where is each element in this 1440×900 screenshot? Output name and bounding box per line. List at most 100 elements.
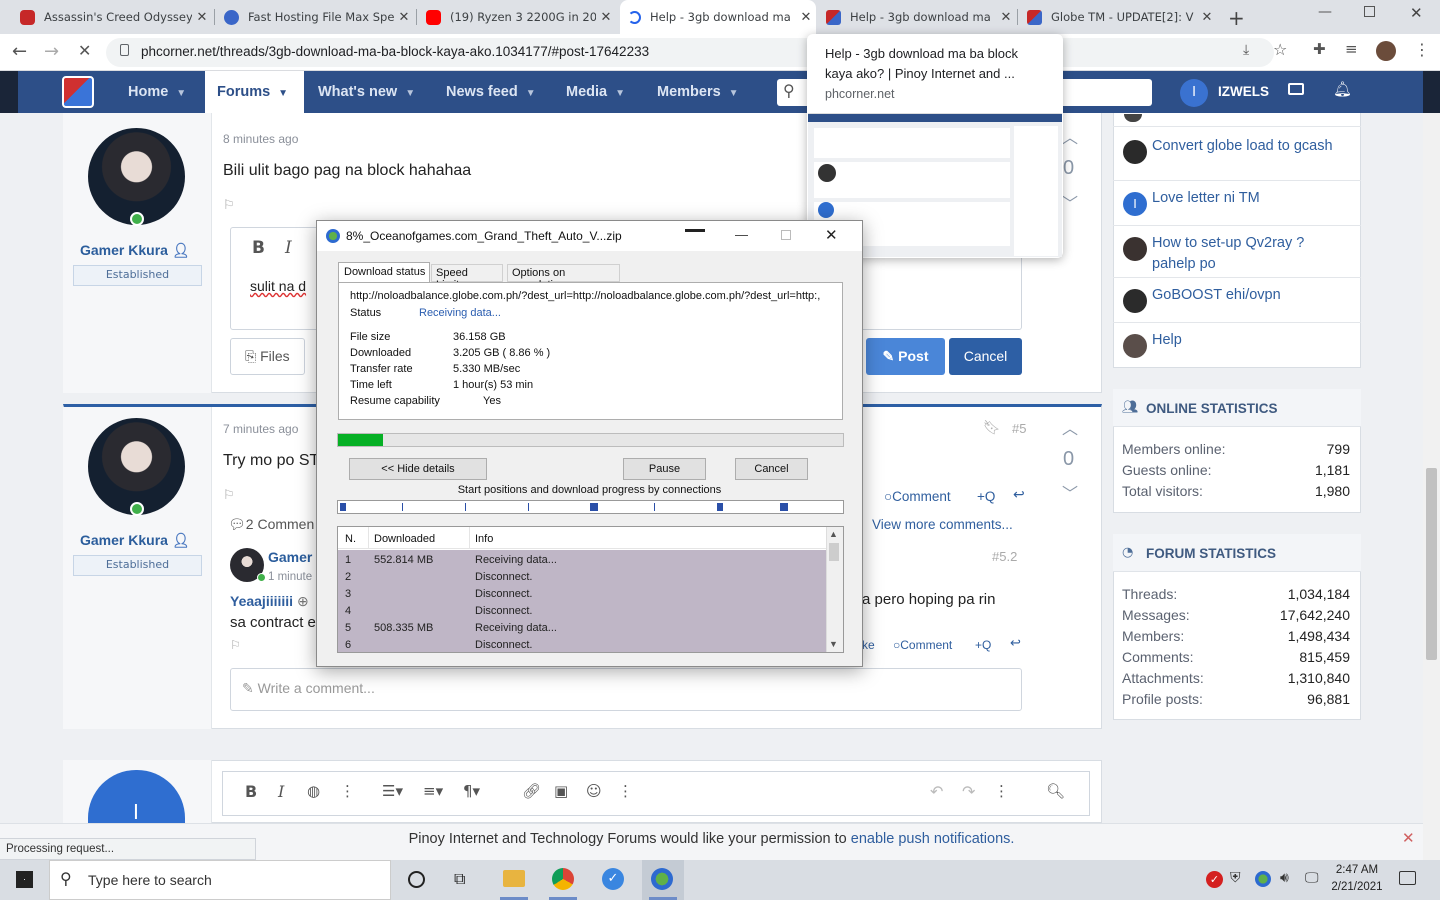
menu-icon[interactable]: ⋮ <box>1414 40 1430 59</box>
idm-tray-icon[interactable] <box>1255 871 1271 887</box>
flag-icon[interactable]: ⚐ <box>223 198 235 213</box>
paragraph-icon[interactable]: ¶▾ <box>463 782 480 800</box>
close-icon[interactable]: ✕ <box>996 10 1016 25</box>
bold-icon[interactable]: B <box>252 238 265 258</box>
comments-toggle[interactable]: 💬︎2 Commen <box>228 516 314 533</box>
back-icon[interactable]: ← <box>12 41 27 62</box>
table-cell-info[interactable]: Receiving data... <box>475 622 557 634</box>
tab-speed-limiter[interactable]: Speed Limiter <box>431 264 503 291</box>
scrollbar-thumb[interactable] <box>1426 468 1437 660</box>
post-time[interactable]: 7 minutes ago <box>223 422 298 436</box>
cancel-button[interactable]: Cancel <box>949 338 1022 375</box>
shield-tray-icon[interactable]: ⛨ <box>1230 870 1241 886</box>
install-icon[interactable]: ⤓ <box>1243 42 1249 58</box>
thread-avatar[interactable] <box>1123 140 1147 164</box>
col-header[interactable]: N. <box>345 533 356 545</box>
more-icon[interactable]: ⋮ <box>994 782 1009 800</box>
taskbar-clock-date[interactable]: 2/21/2021 <box>1325 881 1389 893</box>
like-link[interactable]: ke <box>862 638 875 652</box>
volume-icon[interactable]: 🔊︎ <box>1280 870 1289 886</box>
avatar[interactable] <box>88 128 185 225</box>
nav-whats-new[interactable]: What's new ▼ <box>318 71 415 113</box>
tab-options-on-completion[interactable]: Options on completion <box>507 264 620 291</box>
browser-tab-1[interactable]: Assassin's Creed Odyssey ✕ <box>12 0 212 34</box>
list-icon[interactable]: ☰▾ <box>382 782 403 800</box>
stop-icon[interactable]: ✕ <box>78 41 91 60</box>
search-icon[interactable]: ⚲ <box>783 81 795 100</box>
comment-number[interactable]: #5.2 <box>992 549 1017 564</box>
close-icon[interactable]: ✕ <box>394 10 414 25</box>
flag-icon[interactable]: ⚐ <box>223 488 235 503</box>
palette-icon[interactable]: ◍ <box>307 782 320 800</box>
chrome-icon[interactable] <box>552 868 574 890</box>
latest-thread-link[interactable]: Convert globe load to gcash <box>1152 136 1342 157</box>
latest-thread-link[interactable]: How to set-up Qv2ray ? pahelp po <box>1152 233 1342 275</box>
col-header[interactable]: Info <box>475 533 493 545</box>
quote-link[interactable]: +Q <box>977 489 995 504</box>
mention-link[interactable]: Yeaajiiiiiii ⊕ <box>230 593 309 610</box>
user-name[interactable]: IZWELS <box>1218 71 1269 113</box>
pause-button[interactable]: Pause <box>623 458 706 480</box>
post-button[interactable]: ✎ Post <box>866 338 945 375</box>
flag-icon[interactable]: ⚐ <box>230 638 241 652</box>
minimize-button[interactable]: — <box>735 227 748 242</box>
view-more-comments[interactable]: View more comments... <box>872 517 1013 532</box>
bookmark-icon[interactable]: 🔖︎ <box>983 420 1001 436</box>
table-cell-info[interactable]: Disconnect. <box>475 639 532 651</box>
post-number[interactable]: #5 <box>1012 421 1026 436</box>
windows-start-icon[interactable] <box>16 871 33 888</box>
table-cell-downloaded[interactable]: 508.335 MB <box>374 622 433 634</box>
link-icon[interactable]: 🔗︎ <box>522 782 541 800</box>
table-cell-n[interactable]: 1 <box>345 554 351 566</box>
comment-link[interactable]: ○Comment <box>884 489 951 504</box>
close-icon[interactable]: ✕ <box>192 10 212 25</box>
smiley-icon[interactable]: ☺ <box>586 782 602 800</box>
browser-tab-4-active[interactable]: Help - 3gb download ma ✕ <box>620 0 816 34</box>
reply-icon[interactable]: ↩ <box>1010 636 1021 651</box>
site-logo[interactable] <box>62 76 94 108</box>
new-tab-button[interactable]: + <box>1228 6 1245 30</box>
minimize-button[interactable]: — <box>1318 4 1332 20</box>
table-cell-n[interactable]: 5 <box>345 622 351 634</box>
thread-avatar[interactable] <box>1123 237 1147 261</box>
undo-icon[interactable]: ↶ <box>930 782 943 801</box>
italic-icon[interactable]: I <box>285 238 292 258</box>
redo-icon[interactable]: ↷ <box>962 782 975 801</box>
browser-tab-6[interactable]: Globe TM - UPDATE[2]: V ✕ <box>1019 0 1217 34</box>
downvote-icon[interactable]: ﹀ <box>1062 190 1078 214</box>
url-text[interactable]: phcorner.net/threads/3gb-download-ma-ba-… <box>141 44 649 59</box>
task-view-icon[interactable]: ⧉ <box>454 869 465 889</box>
network-icon[interactable]: 🖵 <box>1305 870 1319 886</box>
nav-media[interactable]: Media ▼ <box>566 71 625 113</box>
table-cell-info[interactable]: Disconnect. <box>475 588 532 600</box>
app-icon[interactable]: ✓ <box>602 868 624 890</box>
attach-files-button[interactable]: ⎘ Files <box>230 338 305 375</box>
downvote-icon[interactable]: ﹀ <box>1062 480 1078 504</box>
notification-center-icon[interactable] <box>1399 871 1416 885</box>
enable-notifications-link[interactable]: enable push notifications. <box>851 831 1015 847</box>
image-icon[interactable]: ▣ <box>554 782 568 800</box>
post-author[interactable]: Gamer Kkura 👤︎ <box>80 242 190 259</box>
table-cell-n[interactable]: 4 <box>345 605 351 617</box>
antivirus-tray-icon[interactable]: ✓ <box>1206 871 1223 888</box>
upvote-icon[interactable]: ︿ <box>1062 124 1078 148</box>
align-icon[interactable]: ≡▾ <box>423 782 443 800</box>
window-close-button[interactable]: ✕ <box>1410 4 1423 22</box>
thread-avatar[interactable] <box>1123 334 1147 358</box>
table-cell-n[interactable]: 3 <box>345 588 351 600</box>
table-cell-n[interactable]: 2 <box>345 571 351 583</box>
latest-thread-link[interactable]: GoBOOST ehi/ovpn <box>1152 285 1342 306</box>
reply-icon[interactable]: ↩ <box>1013 487 1025 503</box>
hide-details-button[interactable]: << Hide details <box>349 458 487 480</box>
close-icon[interactable]: ✕ <box>796 10 816 25</box>
browser-tab-3[interactable]: (19) Ryzen 3 2200G in 20 ✕ <box>418 0 616 34</box>
comment-author[interactable]: Gamer <box>268 549 312 565</box>
table-cell-info[interactable]: Receiving data... <box>475 554 557 566</box>
forward-icon[interactable]: → <box>44 41 59 62</box>
close-icon[interactable]: ✕ <box>1197 10 1217 25</box>
more-icon[interactable]: ⋮ <box>618 782 633 800</box>
table-cell-n[interactable]: 6 <box>345 639 351 651</box>
bell-icon[interactable]: 🔔︎ <box>1333 80 1352 98</box>
browser-tab-2[interactable]: Fast Hosting File Max Spe ✕ <box>216 0 414 34</box>
star-icon[interactable]: ☆ <box>1273 40 1287 59</box>
